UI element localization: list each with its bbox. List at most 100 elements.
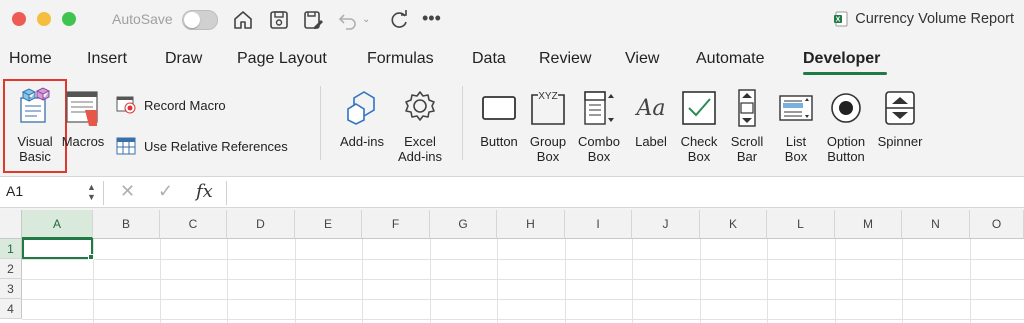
combo-box-icon xyxy=(584,91,614,125)
active-cell-a1[interactable] xyxy=(22,238,93,259)
use-relative-references-button[interactable]: Use Relative References xyxy=(116,137,288,155)
spreadsheet-grid: A B C D E F G H I J K L M N O 1 2 3 4 xyxy=(0,210,1024,323)
insert-function-icon[interactable]: fx xyxy=(196,181,213,202)
tab-draw[interactable]: Draw xyxy=(165,50,202,68)
record-macro-label: Record Macro xyxy=(144,97,226,113)
row-header-4[interactable]: 4 xyxy=(0,299,22,319)
column-header-a[interactable]: A xyxy=(22,210,93,239)
formula-divider xyxy=(226,181,227,205)
column-header-h[interactable]: H xyxy=(497,210,565,239)
tab-review[interactable]: Review xyxy=(539,50,591,68)
macros-label: Macros xyxy=(61,134,105,149)
add-ins-icon xyxy=(347,91,375,125)
autosave-label: AutoSave xyxy=(112,11,173,27)
use-relative-references-label: Use Relative References xyxy=(144,138,288,154)
visual-basic-label: Visual Basic xyxy=(17,134,53,164)
tab-insert[interactable]: Insert xyxy=(87,50,127,68)
undo-icon[interactable] xyxy=(337,9,359,31)
ribbon-separator xyxy=(462,86,463,160)
tab-home[interactable]: Home xyxy=(9,50,52,68)
column-header-l[interactable]: L xyxy=(767,210,835,239)
check-box-label: Check Box xyxy=(680,134,718,164)
tab-page-layout[interactable]: Page Layout xyxy=(237,50,327,68)
macros-button[interactable]: Macros xyxy=(60,90,106,149)
save-as-icon[interactable] xyxy=(302,9,324,31)
visual-basic-button[interactable]: Visual Basic xyxy=(6,86,64,164)
spinner-label: Spinner xyxy=(877,134,923,149)
label-control-label: Label xyxy=(635,134,667,149)
add-ins-button[interactable]: Add-ins xyxy=(334,88,390,149)
document-title-text: Currency Volume Report xyxy=(855,11,1014,27)
zoom-window-button[interactable] xyxy=(62,12,76,26)
excel-add-ins-button[interactable]: Excel Add-ins xyxy=(390,88,450,164)
undo-dropdown-icon[interactable]: ⌄ xyxy=(362,9,372,31)
tab-data[interactable]: Data xyxy=(472,50,506,68)
column-header-g[interactable]: G xyxy=(430,210,497,239)
record-macro-button[interactable]: Record Macro xyxy=(116,96,226,114)
active-tab-indicator xyxy=(803,72,887,75)
label-icon: Aa xyxy=(634,96,665,121)
document-title: X Currency Volume Report xyxy=(833,11,1014,27)
button-control-icon xyxy=(482,96,516,120)
tab-developer[interactable]: Developer xyxy=(803,50,880,68)
group-box-control[interactable]: XYZ Group Box xyxy=(524,88,572,164)
add-ins-label: Add-ins xyxy=(339,134,385,149)
row-header-1[interactable]: 1 xyxy=(0,239,22,259)
list-box-control[interactable]: List Box xyxy=(774,88,818,164)
row-header-2[interactable]: 2 xyxy=(0,259,22,279)
column-header-o[interactable]: O xyxy=(970,210,1024,239)
title-bar: AutoSave ⌄ ••• X Currency Volume Report xyxy=(0,0,1024,42)
spinner-control[interactable]: Spinner xyxy=(874,88,926,149)
autosave-toggle[interactable] xyxy=(182,10,218,30)
column-header-m[interactable]: M xyxy=(835,210,902,239)
tab-formulas[interactable]: Formulas xyxy=(367,50,434,68)
row-header-3[interactable]: 3 xyxy=(0,279,22,299)
formula-bar: A1 ▲ ▼ ✕ ✓ fx xyxy=(0,176,1024,208)
home-icon[interactable] xyxy=(232,9,254,31)
button-control-label: Button xyxy=(480,134,518,149)
spinner-icon xyxy=(885,91,915,125)
column-header-e[interactable]: E xyxy=(295,210,362,239)
check-box-control[interactable]: Check Box xyxy=(674,88,724,164)
column-header-i[interactable]: I xyxy=(565,210,632,239)
name-box[interactable]: A1 xyxy=(6,183,23,199)
column-header-b[interactable]: B xyxy=(93,210,160,239)
svg-text:XYZ: XYZ xyxy=(538,91,557,102)
minimize-window-button[interactable] xyxy=(37,12,51,26)
option-button-control[interactable]: Option Button xyxy=(818,88,874,164)
column-header-n[interactable]: N xyxy=(902,210,970,239)
checkbox-icon xyxy=(682,91,716,125)
group-box-label: Group Box xyxy=(529,134,567,164)
excel-add-ins-label: Excel Add-ins xyxy=(397,134,443,164)
column-header-j[interactable]: J xyxy=(632,210,700,239)
tab-view[interactable]: View xyxy=(625,50,659,68)
select-all-corner[interactable] xyxy=(0,210,22,239)
confirm-icon[interactable]: ✓ xyxy=(158,181,173,202)
form-button-control[interactable]: Button xyxy=(474,88,524,149)
ribbon-tabs: Home Insert Draw Page Layout Formulas Da… xyxy=(0,42,1024,76)
close-window-button[interactable] xyxy=(12,12,26,26)
formula-divider xyxy=(103,181,104,205)
scroll-bar-icon xyxy=(738,89,756,127)
column-header-d[interactable]: D xyxy=(227,210,295,239)
save-icon[interactable] xyxy=(268,9,290,31)
ribbon-separator xyxy=(320,86,321,160)
more-icon[interactable]: ••• xyxy=(422,9,444,31)
column-header-f[interactable]: F xyxy=(362,210,430,239)
tab-automate[interactable]: Automate xyxy=(696,50,764,68)
cancel-icon[interactable]: ✕ xyxy=(120,181,135,202)
label-control[interactable]: Aa Label xyxy=(628,88,674,149)
record-macro-icon xyxy=(116,96,136,114)
gear-icon xyxy=(405,91,435,121)
visual-basic-icon xyxy=(20,87,51,123)
group-box-icon: XYZ xyxy=(531,91,565,125)
fill-handle[interactable] xyxy=(88,254,94,260)
column-header-k[interactable]: K xyxy=(700,210,767,239)
relative-references-icon xyxy=(116,137,136,155)
combo-box-control[interactable]: Combo Box xyxy=(574,88,624,164)
name-box-stepper-icon[interactable]: ▲ ▼ xyxy=(87,182,96,202)
redo-icon[interactable] xyxy=(388,9,410,31)
scroll-bar-control[interactable]: Scroll Bar xyxy=(724,88,770,164)
column-header-c[interactable]: C xyxy=(160,210,227,239)
list-box-label: List Box xyxy=(784,134,808,164)
